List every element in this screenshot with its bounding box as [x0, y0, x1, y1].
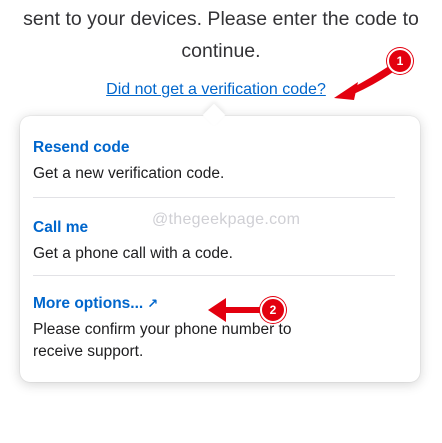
option-call-me[interactable]: Call me Get a phone call with a code.: [33, 218, 412, 265]
intro-text-line1: sent to your devices. Please enter the c…: [23, 8, 419, 30]
more-options-label: More options...: [33, 295, 144, 312]
divider: [33, 197, 395, 198]
annotation-badge-1: 1: [387, 48, 413, 74]
more-options-description: Please confirm your phone number to rece…: [33, 319, 412, 363]
option-resend-code[interactable]: Resend code Get a new verification code.: [33, 138, 412, 185]
verification-screen: sent to your devices. Please enter the c…: [0, 0, 442, 443]
resend-code-link[interactable]: Resend code: [33, 138, 412, 158]
external-link-icon: ↗: [147, 296, 159, 311]
more-options-description-line1: Please confirm your phone number to: [33, 321, 292, 338]
more-options-description-line2: receive support.: [33, 343, 144, 360]
option-more-options[interactable]: More options... ↗ Please confirm your pho…: [33, 294, 412, 363]
annotation-badge-2: 2: [260, 297, 286, 323]
intro-text-line2: continue.: [181, 40, 261, 62]
call-me-link[interactable]: Call me: [33, 218, 412, 238]
more-options-link[interactable]: More options... ↗: [33, 294, 412, 314]
resend-code-description: Get a new verification code.: [33, 165, 225, 182]
did-not-get-code-link[interactable]: Did not get a verification code?: [0, 80, 432, 100]
call-me-description: Get a phone call with a code.: [33, 245, 233, 262]
divider: [33, 275, 395, 276]
